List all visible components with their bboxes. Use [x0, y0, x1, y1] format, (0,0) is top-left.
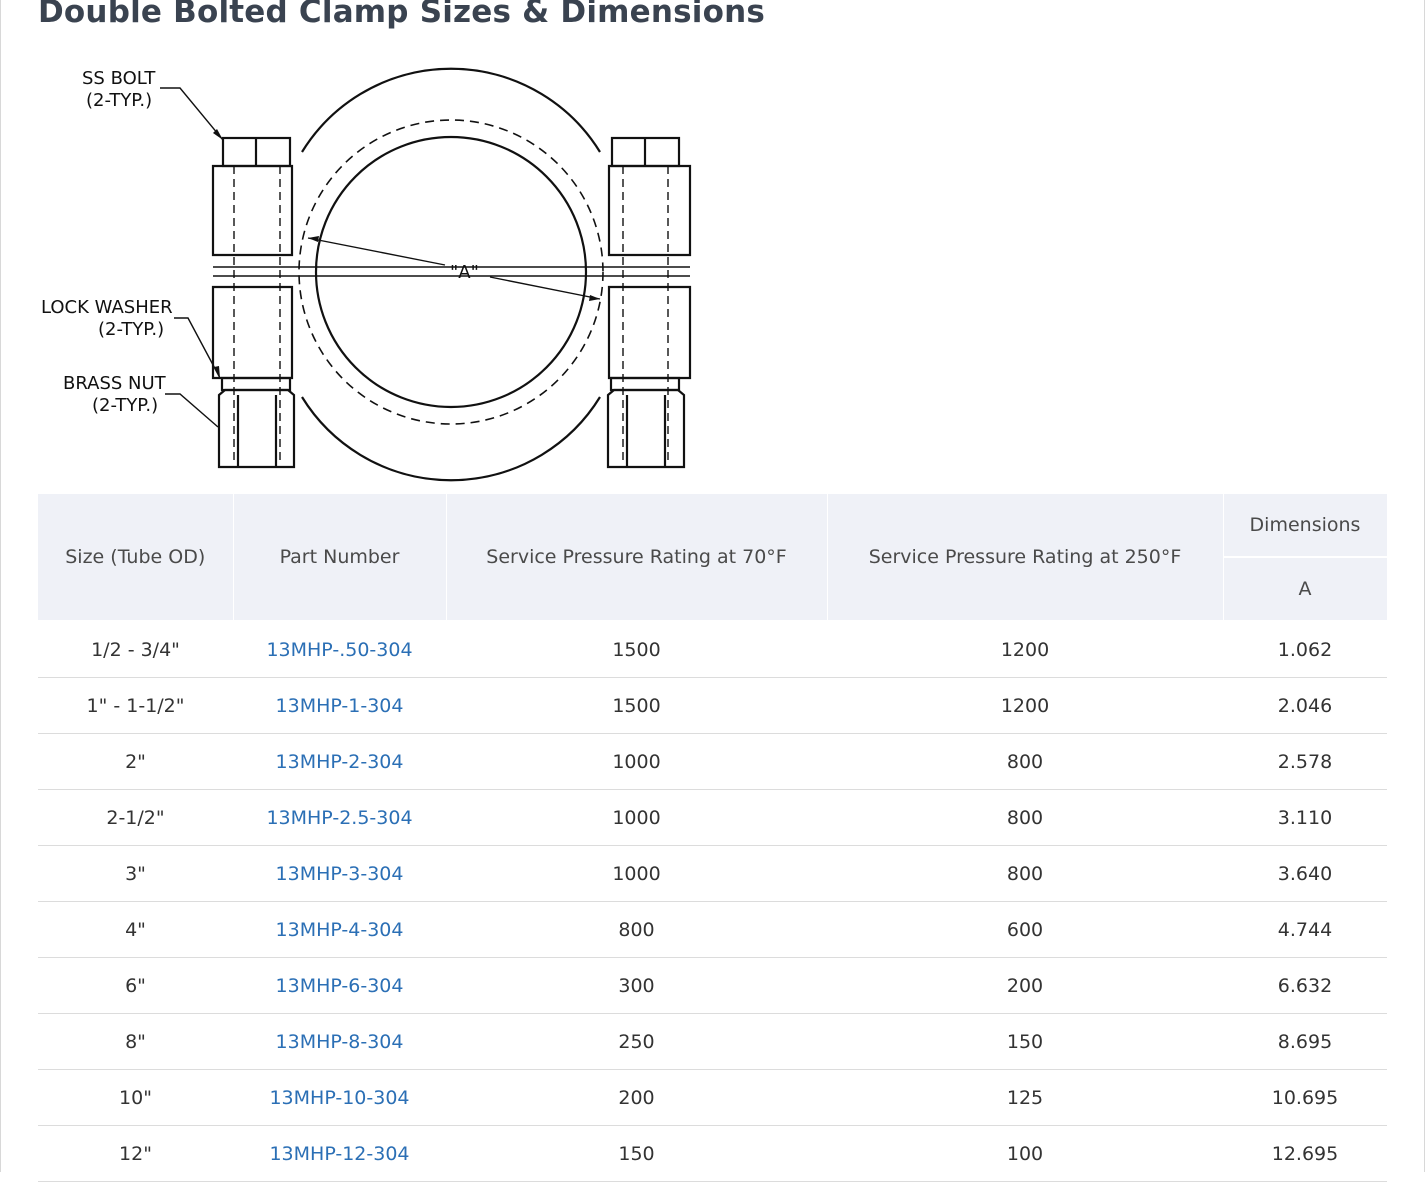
cell-part-number: 13MHP-2.5-304: [233, 789, 446, 846]
table-row: 4" 13MHP-4-304 800 600 4.744: [38, 901, 1387, 958]
part-number-link[interactable]: 13MHP-.50-304: [266, 639, 412, 661]
cell-part-number: 13MHP-1-304: [233, 677, 446, 734]
cell-pressure-250: 800: [827, 733, 1223, 790]
cell-part-number: 13MHP-8-304: [233, 1013, 446, 1070]
cell-pressure-250: 800: [827, 845, 1223, 902]
cell-pressure-250: 150: [827, 1013, 1223, 1070]
label-lock-washer: LOCK WASHER: [41, 297, 173, 318]
part-number-link[interactable]: 13MHP-1-304: [276, 695, 404, 717]
table-row: 12" 13MHP-12-304 150 100 12.695: [38, 1125, 1387, 1182]
cell-pressure-250: 125: [827, 1069, 1223, 1126]
clamp-drawing: SS BOLT (2-TYP.) LOCK WASHER (2-TYP.) BR…: [41, 67, 692, 482]
table-row: 1" - 1-1/2" 13MHP-1-304 1500 1200 2.046: [38, 677, 1387, 734]
cell-part-number: 13MHP-.50-304: [233, 621, 446, 678]
cell-pressure-70: 300: [446, 957, 827, 1014]
cell-size: 1" - 1-1/2": [38, 677, 233, 734]
cell-dimension-a: 3.640: [1223, 845, 1387, 902]
cell-part-number: 13MHP-10-304: [233, 1069, 446, 1126]
label-dimension-a: "A": [450, 262, 479, 283]
cell-dimension-a: 10.695: [1223, 1069, 1387, 1126]
cell-part-number: 13MHP-3-304: [233, 845, 446, 902]
cell-size: 1/2 - 3/4": [38, 621, 233, 678]
cell-size: 2-1/2": [38, 789, 233, 846]
header-size: Size (Tube OD): [38, 494, 234, 622]
table-row: 6" 13MHP-6-304 300 200 6.632: [38, 957, 1387, 1014]
label-ss-bolt-typ: (2-TYP.): [86, 90, 152, 111]
label-ss-bolt: SS BOLT: [82, 68, 156, 89]
cell-size: 4": [38, 901, 233, 958]
cell-pressure-70: 1500: [446, 621, 827, 678]
cell-dimension-a: 6.632: [1223, 957, 1387, 1014]
cell-pressure-70: 800: [446, 901, 827, 958]
part-number-link[interactable]: 13MHP-2-304: [276, 751, 404, 773]
header-dimension-a: A: [1223, 557, 1388, 622]
cell-dimension-a: 12.695: [1223, 1125, 1387, 1182]
cell-size: 2": [38, 733, 233, 790]
cell-dimension-a: 2.046: [1223, 677, 1387, 734]
cell-part-number: 13MHP-4-304: [233, 901, 446, 958]
cell-dimension-a: 2.578: [1223, 733, 1387, 790]
cell-size: 6": [38, 957, 233, 1014]
part-number-link[interactable]: 13MHP-10-304: [269, 1087, 409, 1109]
cell-size: 12": [38, 1125, 233, 1182]
cell-dimension-a: 4.744: [1223, 901, 1387, 958]
part-number-link[interactable]: 13MHP-4-304: [276, 919, 404, 941]
part-number-link[interactable]: 13MHP-2.5-304: [266, 807, 412, 829]
header-pressure-70: Service Pressure Rating at 70°F: [446, 494, 828, 622]
cell-size: 8": [38, 1013, 233, 1070]
part-number-link[interactable]: 13MHP-3-304: [276, 863, 404, 885]
dimensions-table: Size (Tube OD) Part Number Service Press…: [38, 494, 1388, 1182]
cell-pressure-70: 250: [446, 1013, 827, 1070]
cell-pressure-250: 100: [827, 1125, 1223, 1182]
label-brass-nut: BRASS NUT: [63, 373, 167, 394]
header-dimensions: Dimensions: [1223, 494, 1388, 558]
cell-pressure-70: 1000: [446, 733, 827, 790]
cell-pressure-250: 1200: [827, 677, 1223, 734]
cell-pressure-70: 200: [446, 1069, 827, 1126]
cell-pressure-70: 1000: [446, 845, 827, 902]
cell-size: 3": [38, 845, 233, 902]
cell-pressure-70: 1000: [446, 789, 827, 846]
cell-dimension-a: 1.062: [1223, 621, 1387, 678]
cell-pressure-70: 1500: [446, 677, 827, 734]
part-number-link[interactable]: 13MHP-8-304: [276, 1031, 404, 1053]
page-border-left: [0, 0, 1, 1172]
cell-part-number: 13MHP-6-304: [233, 957, 446, 1014]
cell-part-number: 13MHP-12-304: [233, 1125, 446, 1182]
clamp-diagram: SS BOLT (2-TYP.) LOCK WASHER (2-TYP.) BR…: [30, 55, 710, 485]
cell-size: 10": [38, 1069, 233, 1126]
table-row: 2" 13MHP-2-304 1000 800 2.578: [38, 733, 1387, 790]
label-brass-nut-typ: (2-TYP.): [92, 395, 158, 416]
page-title: Double Bolted Clamp Sizes & Dimensions: [38, 0, 766, 30]
cell-pressure-250: 1200: [827, 621, 1223, 678]
cell-pressure-250: 200: [827, 957, 1223, 1014]
label-lock-washer-typ: (2-TYP.): [98, 319, 164, 340]
cell-pressure-250: 800: [827, 789, 1223, 846]
header-part-number: Part Number: [233, 494, 447, 622]
cell-pressure-70: 150: [446, 1125, 827, 1182]
table-row: 1/2 - 3/4" 13MHP-.50-304 1500 1200 1.062: [38, 621, 1387, 678]
cell-pressure-250: 600: [827, 901, 1223, 958]
part-number-link[interactable]: 13MHP-12-304: [269, 1143, 409, 1165]
cell-part-number: 13MHP-2-304: [233, 733, 446, 790]
cell-dimension-a: 8.695: [1223, 1013, 1387, 1070]
table-row: 2-1/2" 13MHP-2.5-304 1000 800 3.110: [38, 789, 1387, 846]
cell-dimension-a: 3.110: [1223, 789, 1387, 846]
table-row: 10" 13MHP-10-304 200 125 10.695: [38, 1069, 1387, 1126]
part-number-link[interactable]: 13MHP-6-304: [276, 975, 404, 997]
table-row: 8" 13MHP-8-304 250 150 8.695: [38, 1013, 1387, 1070]
table-row: 3" 13MHP-3-304 1000 800 3.640: [38, 845, 1387, 902]
header-pressure-250: Service Pressure Rating at 250°F: [827, 494, 1224, 622]
